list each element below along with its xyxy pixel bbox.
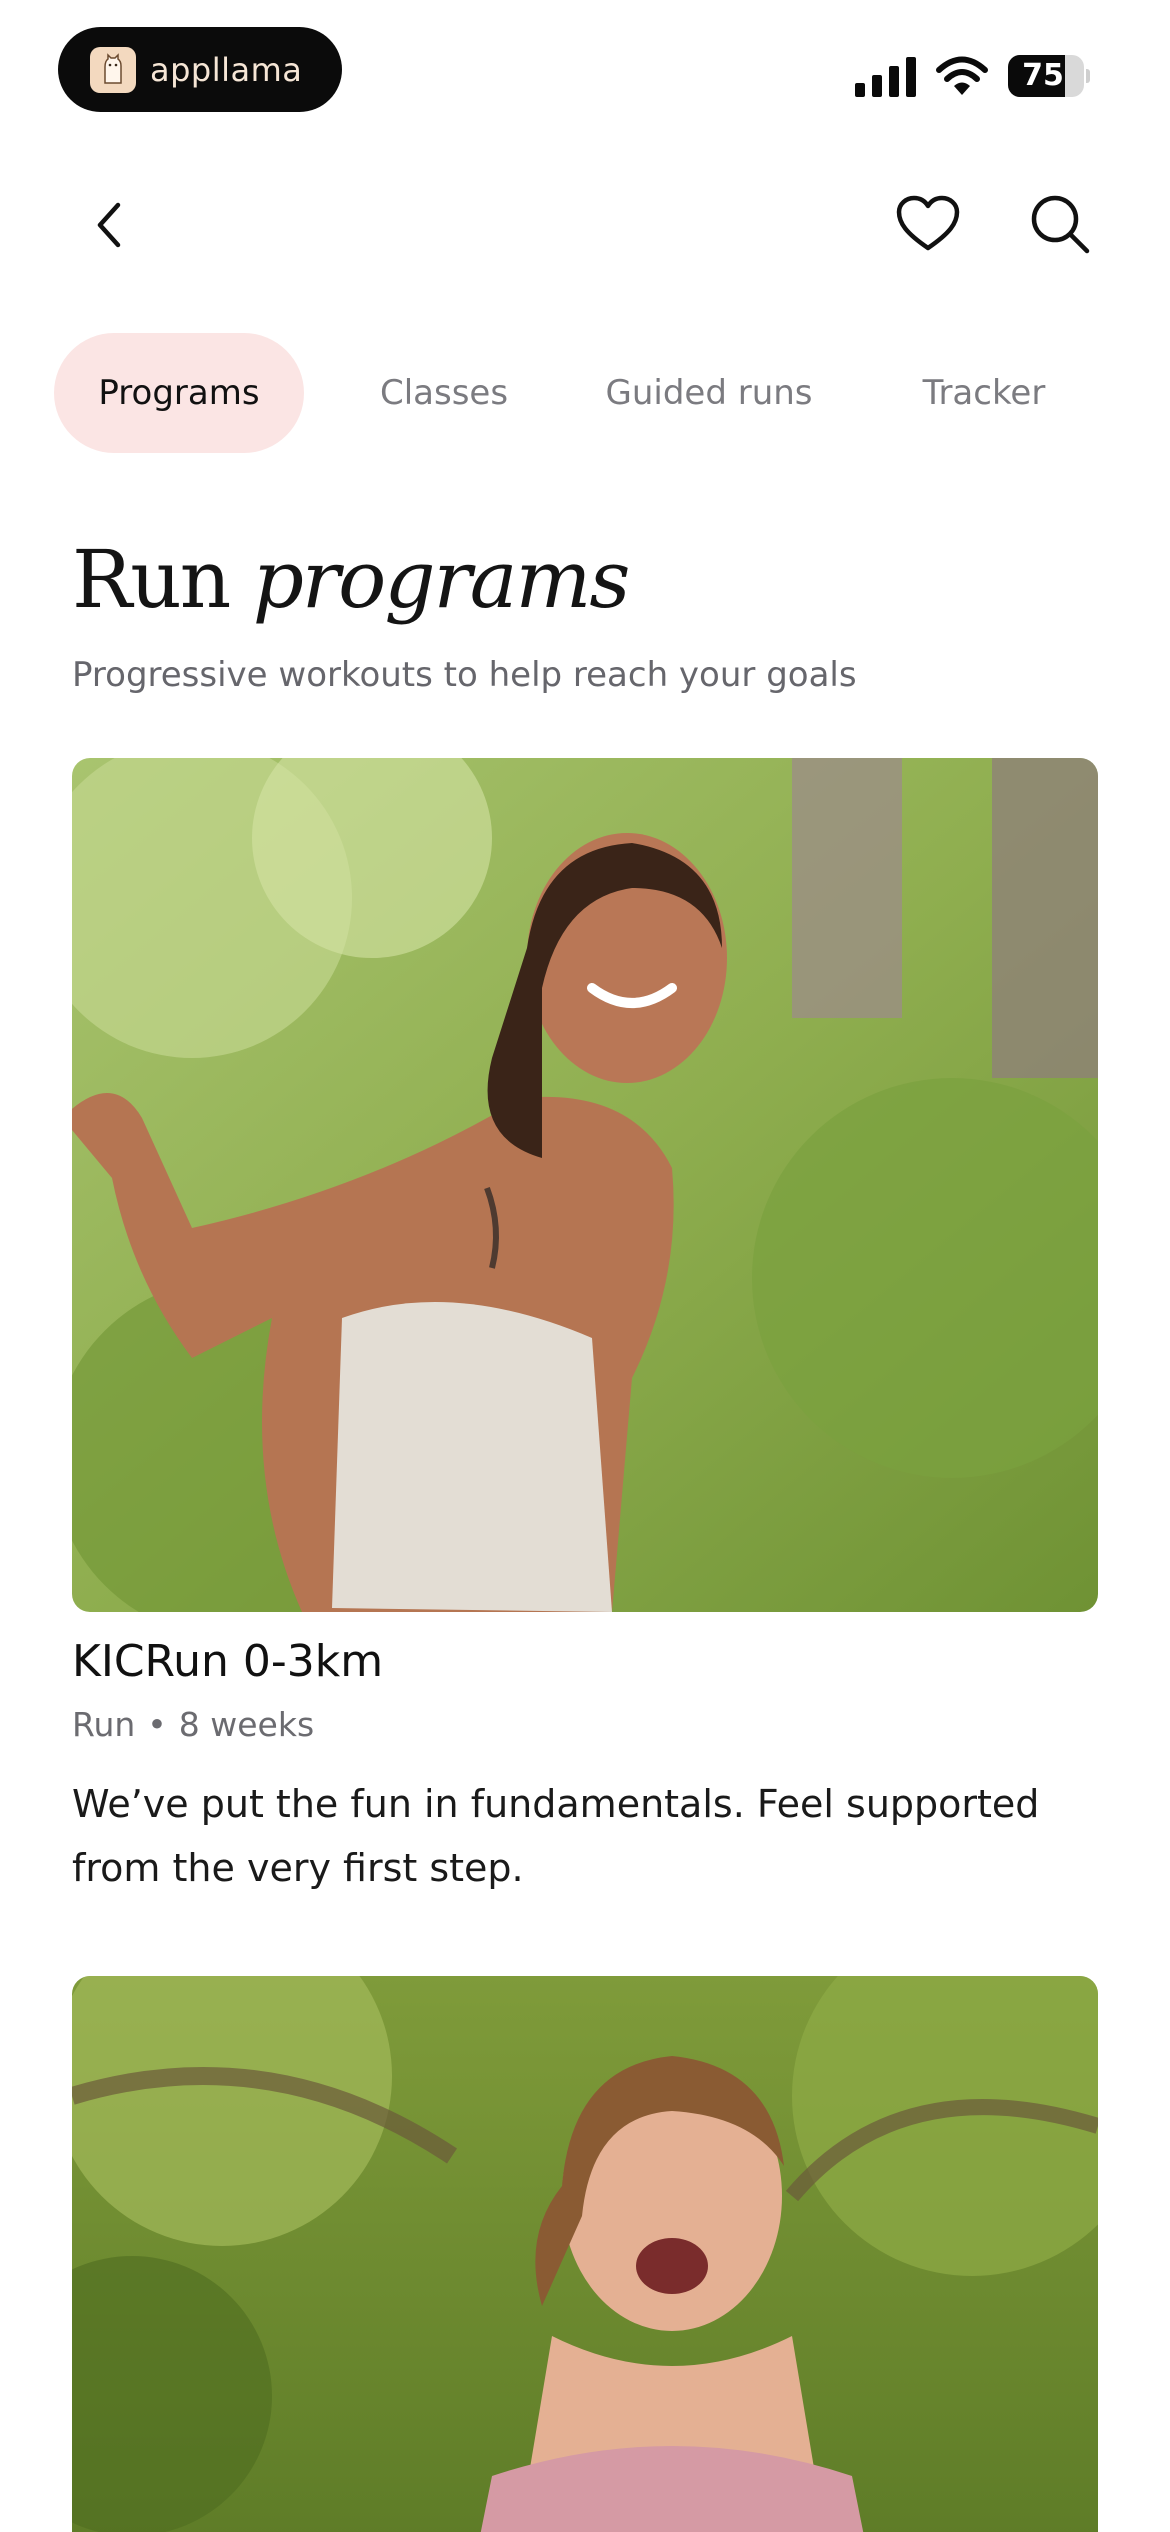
tab-programs[interactable]: Programs <box>54 333 304 453</box>
program-card-image[interactable] <box>72 758 1098 1612</box>
page-title: Run programs <box>72 530 631 630</box>
brand-pill[interactable]: appllama <box>58 27 342 112</box>
page-title-regular: Run <box>72 533 231 626</box>
back-button[interactable] <box>80 190 140 260</box>
meta-separator-dot: • <box>147 1705 167 1744</box>
status-bar: appllama 75 <box>0 0 1170 140</box>
program-duration: 8 weeks <box>178 1705 315 1744</box>
program-category: Run <box>72 1705 136 1744</box>
battery-tip <box>1086 69 1090 83</box>
tab-guided-runs[interactable]: Guided runs <box>574 333 844 453</box>
woman-stretching-photo <box>72 758 1098 1612</box>
run-programs-screen: appllama 75 Programs Classes Guided runs… <box>0 0 1170 2532</box>
woman-laughing-photo <box>72 1976 1098 2532</box>
battery-body: 75 <box>1008 55 1084 97</box>
search-icon <box>1031 195 1090 254</box>
program-meta: Run • 8 weeks <box>72 1705 314 1744</box>
battery-level: 75 <box>1022 58 1064 93</box>
program-title[interactable]: KICRun 0-3km <box>72 1636 383 1687</box>
battery-icon: 75 <box>1008 55 1090 97</box>
page-title-italic: programs <box>252 533 631 626</box>
chevron-left-icon <box>97 202 121 248</box>
wifi-icon <box>936 56 988 95</box>
page-subtitle: Progressive workouts to help reach your … <box>72 655 857 695</box>
cellular-signal-icon <box>855 57 916 97</box>
tab-classes[interactable]: Classes <box>344 333 544 453</box>
tab-tracker[interactable]: Tracker <box>874 333 1094 453</box>
llama-logo-icon <box>90 46 136 93</box>
program-description: We’ve put the fun in fundamentals. Feel … <box>72 1782 1040 1890</box>
heart-icon <box>896 195 960 251</box>
section-tabs: Programs Classes Guided runs Tracker <box>54 333 1134 453</box>
program-card-image-2[interactable] <box>72 1976 1098 2532</box>
search-button[interactable] <box>1024 188 1096 260</box>
brand-name: appllama <box>150 50 303 89</box>
favorite-button[interactable] <box>892 188 964 260</box>
